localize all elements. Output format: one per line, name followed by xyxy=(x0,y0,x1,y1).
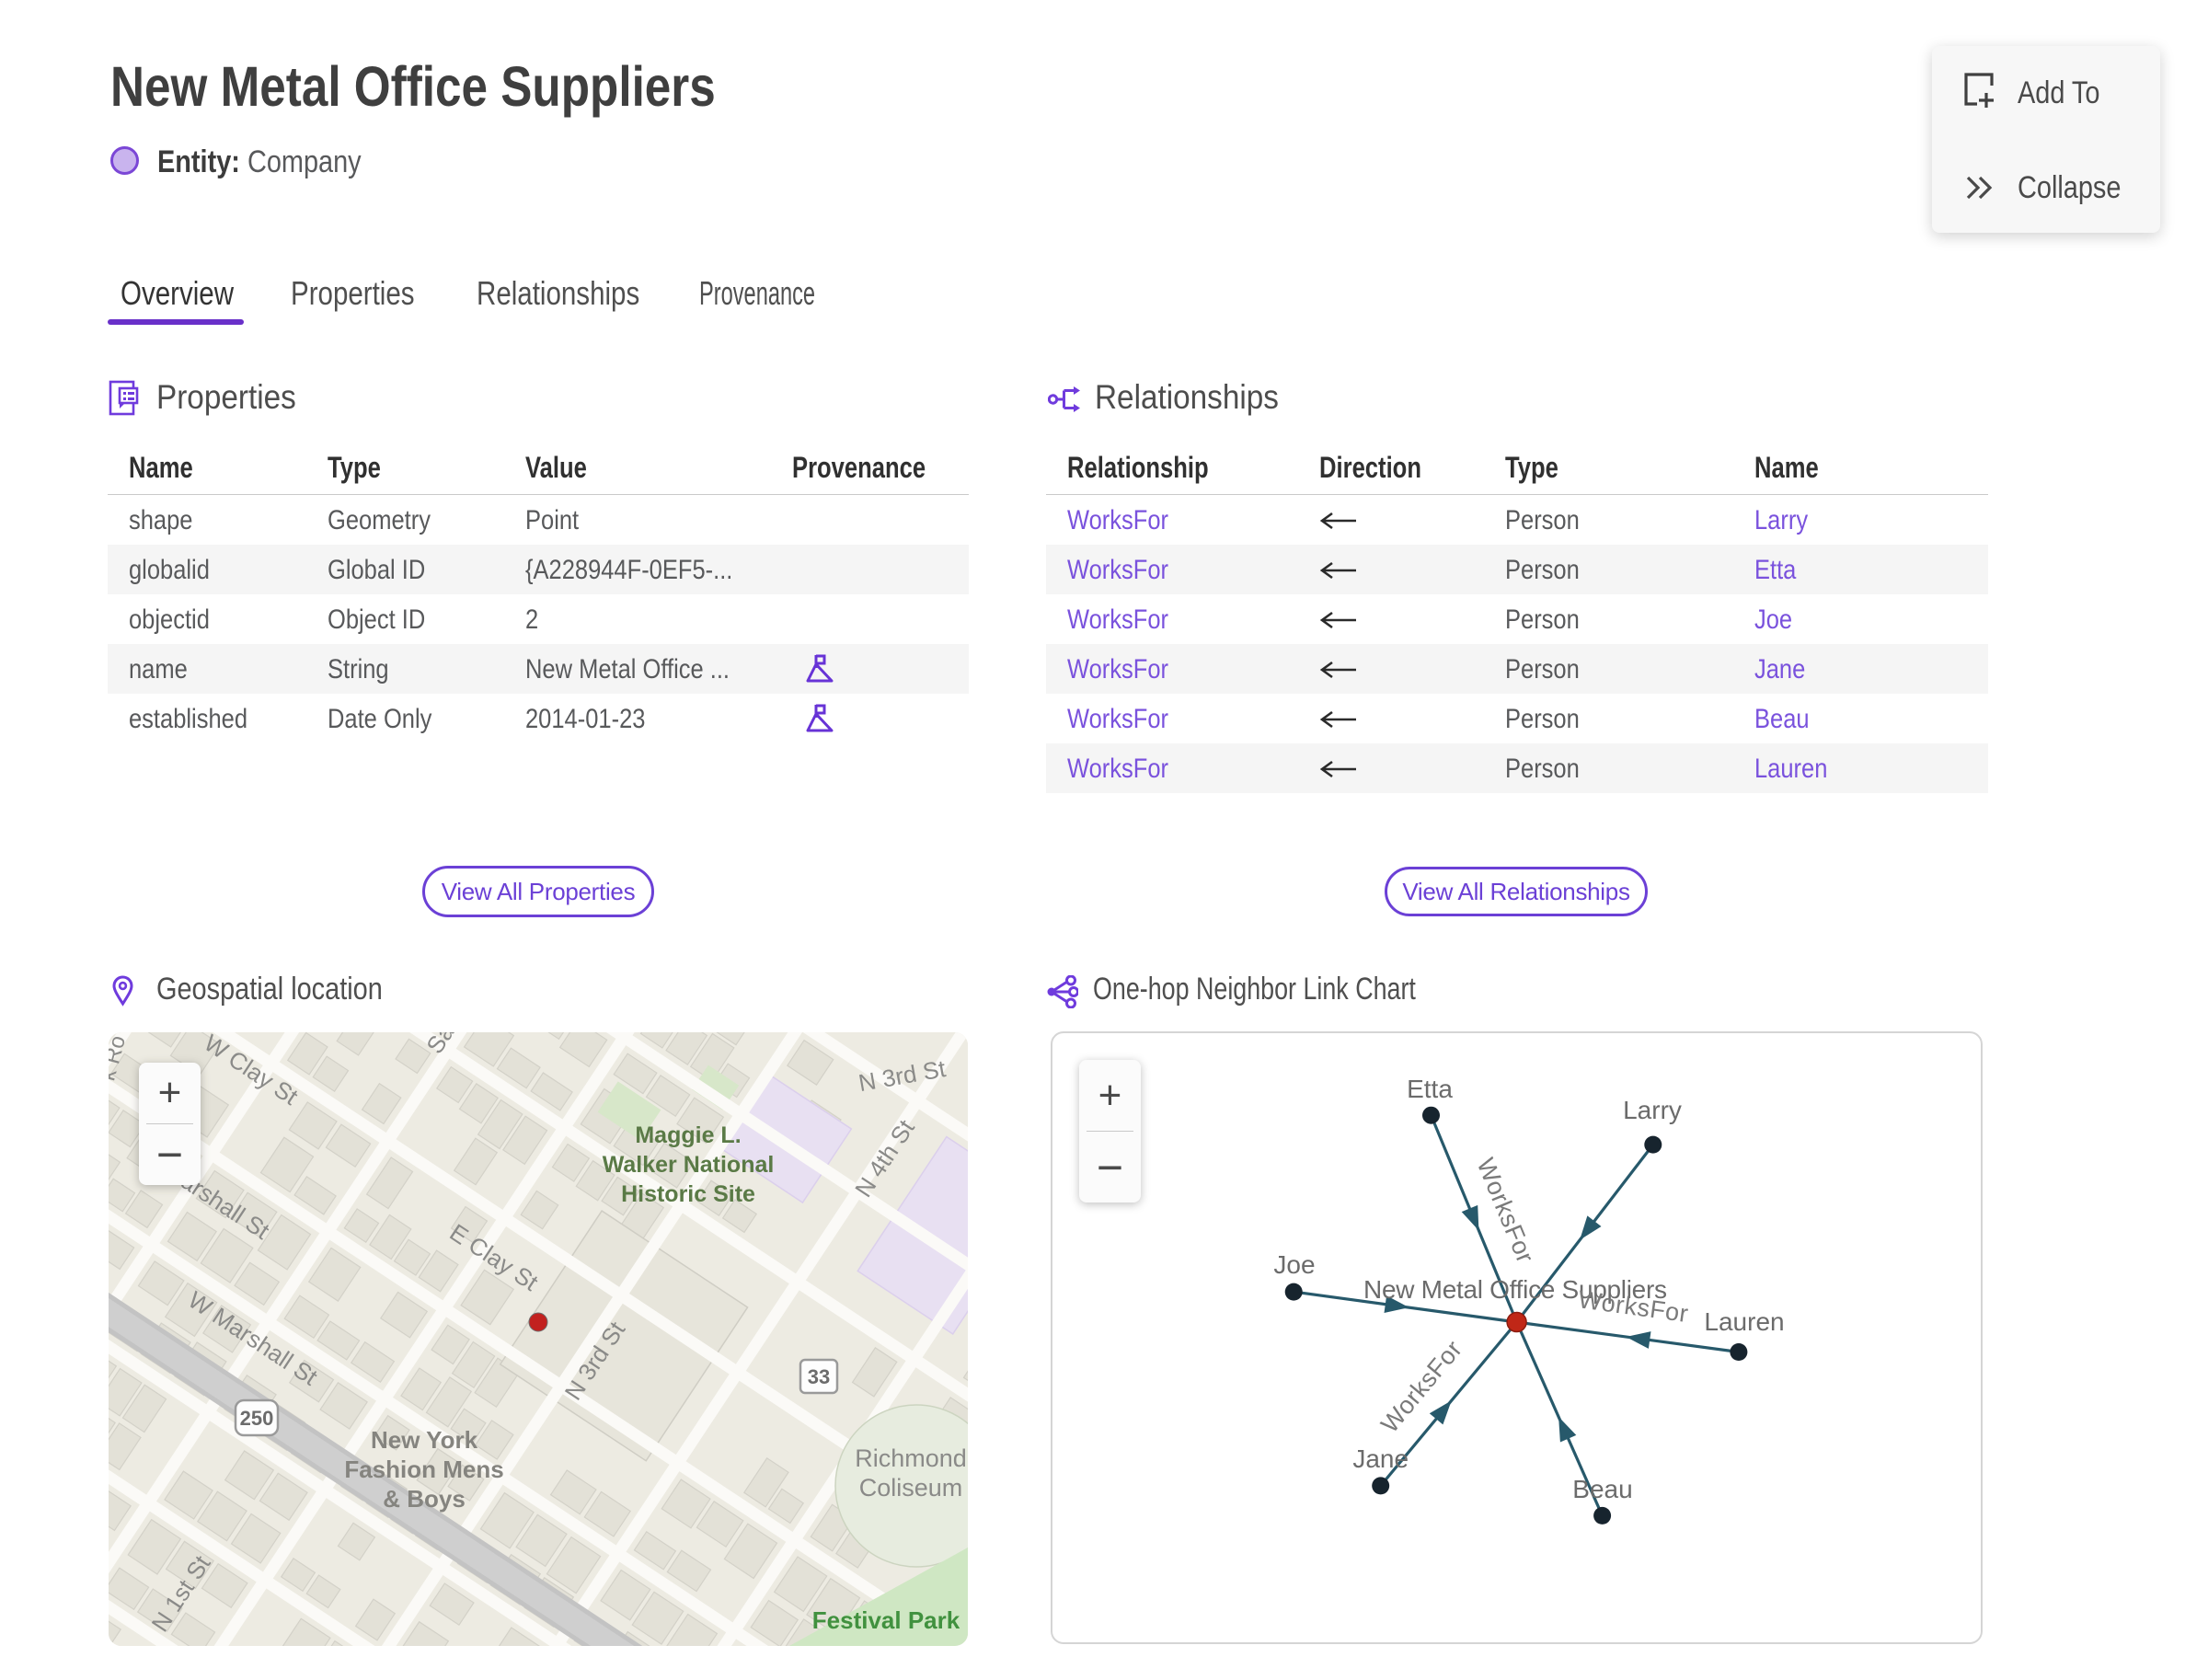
svg-text:250: 250 xyxy=(240,1407,274,1430)
svg-text:Etta: Etta xyxy=(1407,1075,1453,1103)
svg-text:& Boys: & Boys xyxy=(383,1485,466,1513)
svg-text:WorksFor: WorksFor xyxy=(1577,1285,1690,1328)
svg-text:Joe: Joe xyxy=(1273,1250,1315,1279)
svg-text:Lauren: Lauren xyxy=(1704,1307,1784,1336)
svg-text:Festival Park: Festival Park xyxy=(812,1606,960,1634)
svg-text:Historic Site: Historic Site xyxy=(621,1181,755,1207)
svg-text:WorksFor: WorksFor xyxy=(1471,1154,1539,1266)
svg-text:Coliseum: Coliseum xyxy=(859,1474,963,1502)
svg-text:New York: New York xyxy=(371,1426,478,1454)
svg-text:Jane: Jane xyxy=(1352,1444,1409,1473)
svg-text:WorksFor: WorksFor xyxy=(1375,1336,1467,1438)
svg-text:33: 33 xyxy=(808,1365,830,1388)
svg-text:Richmond: Richmond xyxy=(855,1444,967,1472)
svg-text:Walker National: Walker National xyxy=(603,1152,775,1178)
svg-text:Maggie L.: Maggie L. xyxy=(635,1122,741,1148)
svg-text:Fashion Mens: Fashion Mens xyxy=(344,1456,503,1483)
svg-text:Larry: Larry xyxy=(1623,1096,1682,1124)
svg-text:Beau: Beau xyxy=(1572,1475,1632,1503)
